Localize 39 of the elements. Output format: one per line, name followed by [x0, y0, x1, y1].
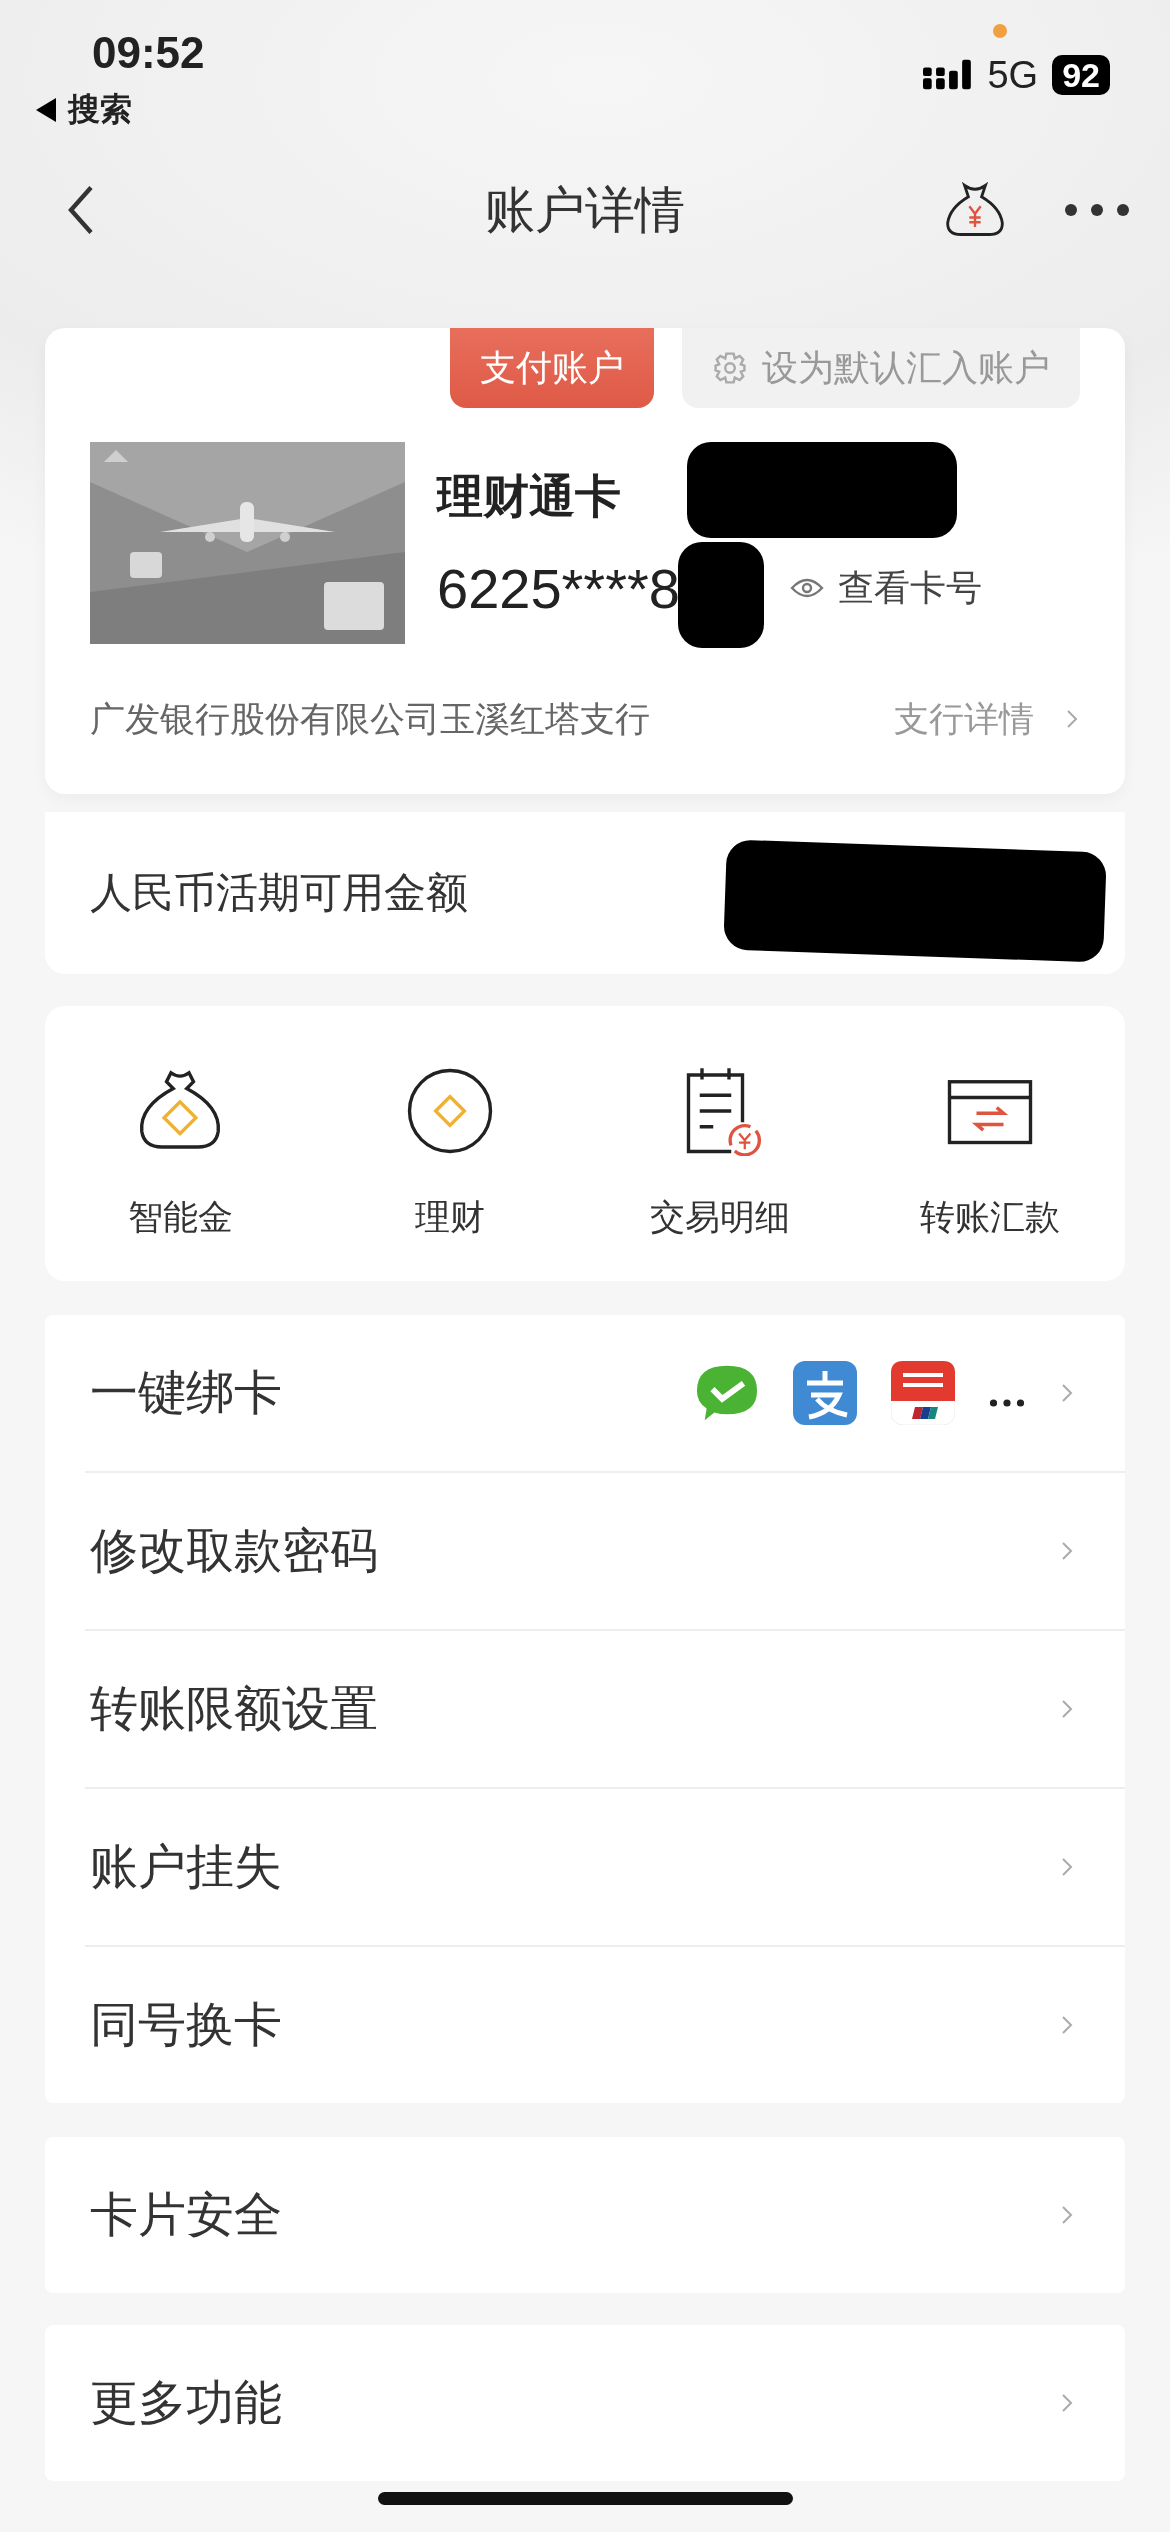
- menu-item[interactable]: 卡片安全: [85, 2137, 1125, 2293]
- action-button[interactable]: 转账汇款: [855, 1066, 1125, 1241]
- status-time: 09:52: [91, 28, 205, 78]
- union-app-icon: [891, 1361, 955, 1425]
- chevron-icon: [1064, 708, 1080, 730]
- card-name: 理财通卡: [437, 467, 621, 525]
- menu-item[interactable]: 账户挂失: [85, 1789, 1125, 1947]
- chevron-icon: [1059, 1540, 1075, 1562]
- more-icon: [989, 1398, 1025, 1408]
- settings-icon: [712, 350, 748, 386]
- card-number: 6225****8: [437, 556, 680, 620]
- action-button[interactable]: 交易明细: [585, 1066, 855, 1241]
- signal-icon: [923, 59, 974, 91]
- privacy-dot-icon: [993, 24, 1008, 38]
- menu-item[interactable]: 转账限额设置: [85, 1631, 1125, 1789]
- chevron-icon: [1059, 1856, 1075, 1878]
- back-app-link[interactable]: 搜索: [68, 88, 132, 132]
- pay-app-icon: [793, 1361, 857, 1425]
- chevron-icon: [1059, 1382, 1075, 1404]
- menu-item[interactable]: 更多功能: [85, 2325, 1125, 2481]
- chevron-icon: [1059, 2204, 1075, 2226]
- more-icon[interactable]: [1064, 203, 1130, 217]
- chevron-icon: [1059, 2392, 1075, 2414]
- view-number-button[interactable]: 查看卡号: [789, 563, 982, 613]
- menu-item[interactable]: 同号换卡: [85, 1947, 1125, 2103]
- back-triangle-icon[interactable]: [36, 98, 56, 122]
- branch-name: 广发银行股份有限公司玉溪红塔支行: [90, 697, 650, 741]
- action-button[interactable]: 智能金: [45, 1066, 315, 1241]
- chevron-icon: [1059, 2014, 1075, 2036]
- action-button[interactable]: 理财: [315, 1066, 585, 1241]
- page-title: 账户详情: [485, 179, 685, 241]
- network-label: 5G: [987, 53, 1039, 97]
- coin-icon: [405, 1066, 495, 1156]
- battery-level: 92: [1052, 55, 1110, 95]
- chevron-icon: [1059, 1698, 1075, 1720]
- menu-item[interactable]: 一键绑卡: [85, 1315, 1125, 1473]
- eye-icon: [789, 576, 824, 600]
- menu-item[interactable]: 修改取款密码: [85, 1473, 1125, 1631]
- balance-label: 人民币活期可用金额: [90, 867, 468, 919]
